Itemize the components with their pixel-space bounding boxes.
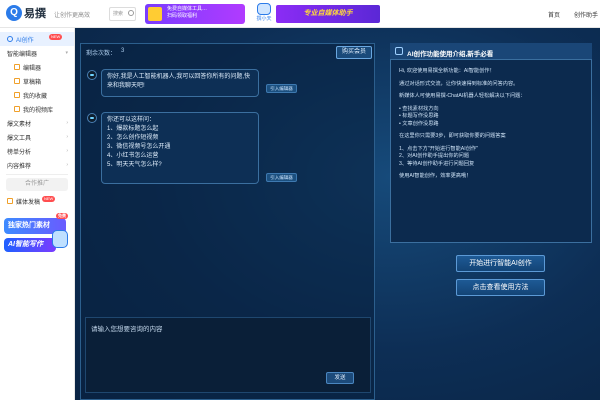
sidebar-item-label: AI创作 — [16, 37, 34, 44]
new-badge: NEW — [49, 34, 63, 40]
intro-step: 3、等待AI创作助手进行问题回复 — [399, 160, 475, 167]
insert-to-editor-button[interactable]: 引入编辑器 — [266, 173, 297, 182]
video-icon — [14, 106, 20, 112]
send-button[interactable]: 发送 — [326, 372, 354, 384]
insert-to-editor-button[interactable]: 引入编辑器 — [266, 84, 297, 93]
nav-home[interactable]: 首页 — [548, 10, 560, 19]
sidebar-item-hot-tools[interactable]: 爆文工具 › — [0, 130, 74, 144]
sidebar-item-smart-editor[interactable]: 智能编辑器 ▾ — [0, 46, 74, 60]
message-line: 4、小红书怎么运营 — [107, 153, 159, 159]
promo-cooperation-button[interactable]: 合作推广 — [6, 178, 68, 191]
sidebar-item-recommend[interactable]: 内容推荐 › — [0, 158, 74, 172]
intro-bullet: • 查找素材找方向 — [399, 105, 439, 112]
sidebar-item-editor[interactable]: 编辑器 — [0, 60, 74, 74]
chat-message: 你还可以这样问： 1、爆款标题怎么起 2、怎么创作短视频 3、微信视频号怎么开通… — [101, 112, 259, 184]
buy-membership-button[interactable]: 购买会员 — [336, 46, 372, 59]
divider — [6, 174, 68, 175]
sidebar-item-label: 榜单分析 — [7, 149, 32, 156]
message-line: 来和我聊天吧! — [107, 83, 145, 89]
chevron-right-icon: › — [66, 120, 68, 126]
chevron-right-icon: › — [66, 148, 68, 154]
logo-mark-icon: Q — [6, 5, 22, 21]
new-badge: NEW — [42, 196, 56, 202]
slogan: 让创作更高效 — [54, 13, 91, 19]
nav-assistant[interactable]: 创作助手 — [574, 10, 598, 19]
sidebar-item-label: 爆文工具 — [7, 135, 32, 142]
message-line: 你好,我是人工智能机器人,我可以回答你所有的问题,快 — [107, 74, 251, 80]
view-usage-button[interactable]: 点击查看使用方法 — [456, 279, 545, 296]
remaining-label: 剩余次数： — [86, 51, 117, 57]
sidebar-item-label: 内容推荐 — [7, 163, 32, 170]
sidebar-item-favorites[interactable]: 我的收藏 — [0, 88, 74, 102]
sidebar-item-label: 我的视频库 — [23, 107, 54, 114]
chat-message: 你好,我是人工智能机器人,我可以回答你所有的问题,快 来和我聊天吧! — [101, 69, 259, 97]
input-placeholder: 请输入您想要咨询的内容 — [91, 326, 163, 333]
sidebar-item-label: 草稿箱 — [23, 79, 42, 86]
sidebar-item-video-library[interactable]: 我的视频库 — [0, 102, 74, 116]
intro-paragraph: Hi, 欢迎使用易撰全新功能：AI智能创作！ — [399, 68, 495, 74]
bot-avatar — [87, 70, 97, 80]
top-bar: Q 易撰 让创作更高效 搜索 免费自媒体工具… 扫码领取福利 撰小天 专业自媒体… — [0, 0, 600, 28]
info-icon — [395, 47, 403, 55]
mascot-label: 撰小天 — [256, 16, 272, 22]
star-icon — [14, 92, 20, 98]
ad-ai-writing[interactable]: AI智能写作 — [4, 230, 68, 252]
sidebar-item-label: 爆文素材 — [7, 121, 32, 128]
sidebar-item-label: 媒体发稿 — [16, 199, 41, 206]
message-line: 3、微信视频号怎么开通 — [107, 144, 171, 150]
sidebar-item-label: 智能编辑器 — [7, 51, 38, 58]
banner-line-2: 扫码领取福利 — [167, 13, 198, 19]
intro-bullet: • 文章创作没思路 — [399, 120, 439, 127]
intro-paragraph: 使用AI智能创作，效率更高哦！ — [399, 173, 472, 179]
banner-line-1: 免费自媒体工具… — [167, 6, 208, 12]
intro-title: AI创作功能使用介绍,新手必看 — [407, 51, 494, 58]
bot-avatar — [87, 113, 97, 123]
sidebar-item-drafts[interactable]: 草稿箱 — [0, 74, 74, 88]
sidebar-item-rank-analysis[interactable]: 榜单分析 › — [0, 144, 74, 158]
logo-text: 易撰 — [24, 8, 46, 20]
intro-body: Hi, 欢迎使用易撰全新功能：AI智能创作！ 通过对话形式交流，让你快速得到标准… — [399, 68, 589, 186]
chevron-down-icon: ▾ — [65, 50, 68, 56]
free-badge: 免费 — [56, 213, 68, 219]
sidebar-item-ai-create[interactable]: AI创作 NEW — [0, 32, 74, 46]
gift-icon — [148, 7, 162, 21]
logo[interactable]: Q 易撰 — [6, 5, 46, 21]
sidebar-item-label: 我的收藏 — [23, 93, 48, 100]
promo-banner-assistant[interactable]: 专业自媒体助手 — [276, 5, 380, 23]
start-ai-create-button[interactable]: 开始进行智能AI创作 — [456, 255, 545, 272]
message-line: 你还可以这样问： — [107, 117, 156, 123]
mascot[interactable]: 撰小天 — [253, 3, 275, 25]
intro-paragraph: 通过对话形式交流，让你快速得到标准的问答内容。 — [399, 80, 519, 87]
ad-label: AI智能写作 — [8, 241, 43, 248]
message-line: 2、怎么创作短视频 — [107, 135, 159, 141]
editor-icon — [14, 64, 20, 70]
robot-icon — [52, 230, 68, 248]
search-icon[interactable] — [128, 10, 134, 16]
ai-icon — [7, 36, 13, 42]
intro-paragraph: 新媒体人可使用易撰-ChatAI机器人轻松解决以下问题： — [399, 93, 526, 99]
message-line: 1、爆款标题怎么起 — [107, 126, 159, 132]
intro-step: 2、对AI创作助手提出你的问题 — [399, 153, 470, 159]
ad-label: 独家热门素材 — [8, 222, 50, 229]
intro-step: 1、点击下方"开始进行智能AI创作" — [399, 145, 478, 152]
intro-paragraph: 在这里你只需要3步，即可获取你要的问题答案 — [399, 133, 506, 139]
media-icon — [7, 198, 13, 204]
draft-icon — [14, 78, 20, 84]
sidebar-item-hot-materials[interactable]: 爆文素材 › — [0, 116, 74, 130]
intro-bullet: • 标题写作没思路 — [399, 113, 439, 119]
remaining-count: 3 — [121, 48, 125, 54]
sidebar-item-media-publish[interactable]: 媒体发稿 NEW — [0, 194, 74, 208]
robot-mascot-icon — [257, 3, 271, 15]
sidebar-item-label: 编辑器 — [23, 65, 42, 72]
chevron-right-icon: › — [66, 162, 68, 168]
chevron-right-icon: › — [66, 134, 68, 140]
promo-banner-gift[interactable]: 免费自媒体工具… 扫码领取福利 — [145, 4, 245, 24]
message-line: 5、明天天气怎么样? — [107, 162, 162, 168]
